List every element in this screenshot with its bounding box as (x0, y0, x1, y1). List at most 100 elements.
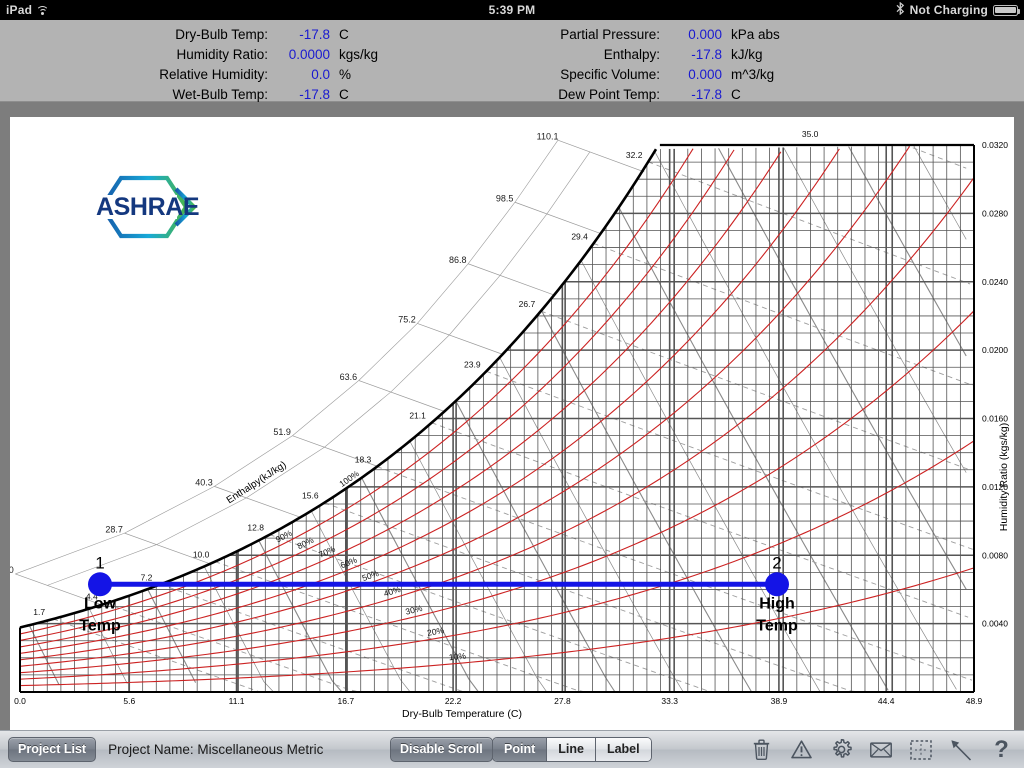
svg-text:?: ? (994, 738, 1009, 761)
humidity-ratio-value: 0.0000 (288, 46, 330, 62)
status-bar-center: 5:39 PM (0, 3, 1024, 17)
wet-bulb-tick-label: 21.1 (409, 411, 426, 421)
wet-bulb-tick-label: 1.7 (33, 607, 45, 617)
specific-volume-label: Specific Volume: (560, 66, 660, 82)
wet-bulb-tick-label: 26.7 (519, 299, 536, 309)
enthalpy-tick-label: 110.1 (537, 131, 559, 141)
x-axis-tick-label: 22.2 (445, 696, 462, 706)
wet-bulb-tick-label: 15.6 (302, 491, 319, 501)
wet-bulb-tick-label: 18.3 (355, 455, 372, 465)
status-bar: iPad 5:39 PM Not Charging (0, 0, 1024, 20)
relative-humidity-label: 10% (448, 651, 466, 663)
readout-row-wet-bulb: Wet-Bulb Temp: -17.8 C (118, 84, 378, 104)
dry-bulb-label: Dry-Bulb Temp: (175, 26, 268, 42)
enthalpy-unit: kJ/kg (731, 46, 763, 62)
humidity-ratio-unit: kgs/kg (339, 46, 379, 62)
x-axis-tick-label: 33.3 (661, 696, 678, 706)
disable-scroll-button[interactable]: Disable Scroll (390, 737, 493, 762)
chart-canvas[interactable]: ASHRAE 17.0 28.7 40.3 51.9 63.6 75.2 86.8 98.5 1… (10, 117, 1014, 730)
power-status: Not Charging (909, 3, 988, 17)
segment-line[interactable]: Line (547, 738, 596, 761)
enthalpy-tick-label: 86.8 (449, 255, 467, 265)
wet-bulb-tick-label: 29.4 (571, 231, 588, 241)
partial-pressure-value: 0.000 (688, 26, 722, 42)
enthalpy-tick-label: 40.3 (195, 478, 213, 488)
state-point-label: Temp (79, 617, 121, 634)
readout-row-humidity-ratio: Humidity Ratio: 0.0000 kgs/kg (118, 44, 378, 64)
wet-bulb-tick-label: 10.0 (193, 550, 210, 560)
specific-volume-unit: m^3/kg (731, 66, 775, 82)
x-axis-tick-label: 44.4 (878, 696, 895, 706)
project-list-button[interactable]: Project List (8, 737, 97, 762)
specific-volume-value: 0.000 (688, 66, 722, 82)
readout-row-dew-point: Dew Point Temp: -17.8 C (510, 84, 780, 104)
trash-icon[interactable] (750, 738, 772, 762)
psychrometric-readout-panel: Dry-Bulb Temp: -17.8 C Humidity Ratio: 0… (0, 20, 1024, 102)
enthalpy-tick-label: 98.5 (496, 194, 514, 204)
status-bar-right: Not Charging (896, 1, 1021, 18)
state-point-label: Temp (756, 617, 798, 634)
relative-humidity-unit: % (339, 66, 352, 82)
warning-icon[interactable] (790, 738, 812, 762)
dew-point-value: -17.8 (691, 86, 722, 102)
readout-row-dry-bulb: Dry-Bulb Temp: -17.8 C (118, 24, 378, 44)
readout-row-specific-volume: Specific Volume: 0.000 m^3/kg (510, 64, 780, 84)
y-axis-tick-label: 0.0200 (982, 345, 1008, 355)
dry-bulb-unit: C (339, 26, 349, 42)
wet-bulb-tick-label: 35.0 (802, 129, 819, 139)
state-point[interactable] (88, 572, 112, 597)
relative-humidity-value: 0.0 (311, 66, 330, 82)
logo-text: ASHRAE (96, 193, 199, 221)
toolbar-icon-group: ? (750, 738, 1012, 762)
wet-bulb-tick-label: 7.2 (141, 572, 153, 582)
segment-point[interactable]: Point (493, 738, 548, 761)
x-axis-tick-label: 0.0 (14, 696, 26, 706)
app-root: iPad 5:39 PM Not Charging Dry-Bulb Temp:… (0, 0, 1024, 768)
x-axis-tick-label: 38.9 (771, 696, 788, 706)
readout-left-column: Dry-Bulb Temp: -17.8 C Humidity Ratio: 0… (118, 24, 378, 104)
gear-icon[interactable] (830, 738, 852, 762)
state-point-number: 1 (95, 553, 104, 572)
y-axis-tick-label: 0.0080 (982, 550, 1008, 560)
y-axis-title: Humidity Ratio (kgs/kg) (998, 423, 1010, 532)
help-icon[interactable]: ? (990, 738, 1012, 762)
y-axis-tick-label: 0.0160 (982, 414, 1008, 424)
dew-point-label: Dew Point Temp: (558, 86, 660, 102)
bluetooth-icon (896, 1, 905, 18)
state-point[interactable] (765, 572, 789, 597)
y-axis-tick-label: 0.0040 (982, 619, 1008, 629)
wet-bulb-tick-label: 23.9 (464, 359, 481, 369)
x-axis-tick-label: 5.6 (123, 696, 135, 706)
mode-segmented-control[interactable]: Point Line Label (492, 737, 652, 762)
humidity-ratio-label: Humidity Ratio: (176, 46, 268, 62)
readout-row-partial-pressure: Partial Pressure: 0.000 kPa abs (510, 24, 780, 44)
state-point-number: 2 (772, 553, 781, 572)
dry-bulb-value: -17.8 (299, 26, 330, 42)
y-axis-tick-label: 0.0320 (982, 140, 1008, 150)
enthalpy-tick-label: 51.9 (273, 427, 291, 437)
selection-box-icon[interactable] (910, 738, 932, 762)
y-axis-tick-label: 0.0240 (982, 277, 1008, 287)
arrow-icon[interactable] (950, 738, 972, 762)
x-axis-tick-label: 16.7 (338, 696, 355, 706)
psychrometric-chart[interactable]: ASHRAE 17.0 28.7 40.3 51.9 63.6 75.2 86.8 98.5 1… (10, 117, 1014, 730)
y-axis-tick-label: 0.0280 (982, 208, 1008, 218)
readout-row-enthalpy: Enthalpy: -17.8 kJ/kg (510, 44, 780, 64)
partial-pressure-unit: kPa abs (731, 26, 780, 42)
enthalpy-tick-label: 63.6 (340, 372, 358, 382)
enthalpy-tick-label: 28.7 (105, 524, 123, 534)
wet-bulb-value: -17.8 (299, 86, 330, 102)
relative-humidity-label: Relative Humidity: (159, 66, 268, 82)
wet-bulb-tick-label: 32.2 (626, 150, 643, 160)
dew-point-unit: C (731, 86, 741, 102)
readout-row-relative-humidity: Relative Humidity: 0.0 % (118, 64, 378, 84)
partial-pressure-label: Partial Pressure: (560, 26, 660, 42)
x-axis-tick-label: 48.9 (966, 696, 983, 706)
clock: 5:39 PM (488, 3, 536, 17)
envelope-icon[interactable] (870, 738, 892, 762)
wet-bulb-label: Wet-Bulb Temp: (172, 86, 268, 102)
segment-label[interactable]: Label (595, 738, 651, 761)
battery-icon (993, 4, 1021, 16)
x-axis-title: Dry-Bulb Temperature (C) (402, 708, 522, 720)
enthalpy-value: -17.8 (691, 46, 722, 62)
